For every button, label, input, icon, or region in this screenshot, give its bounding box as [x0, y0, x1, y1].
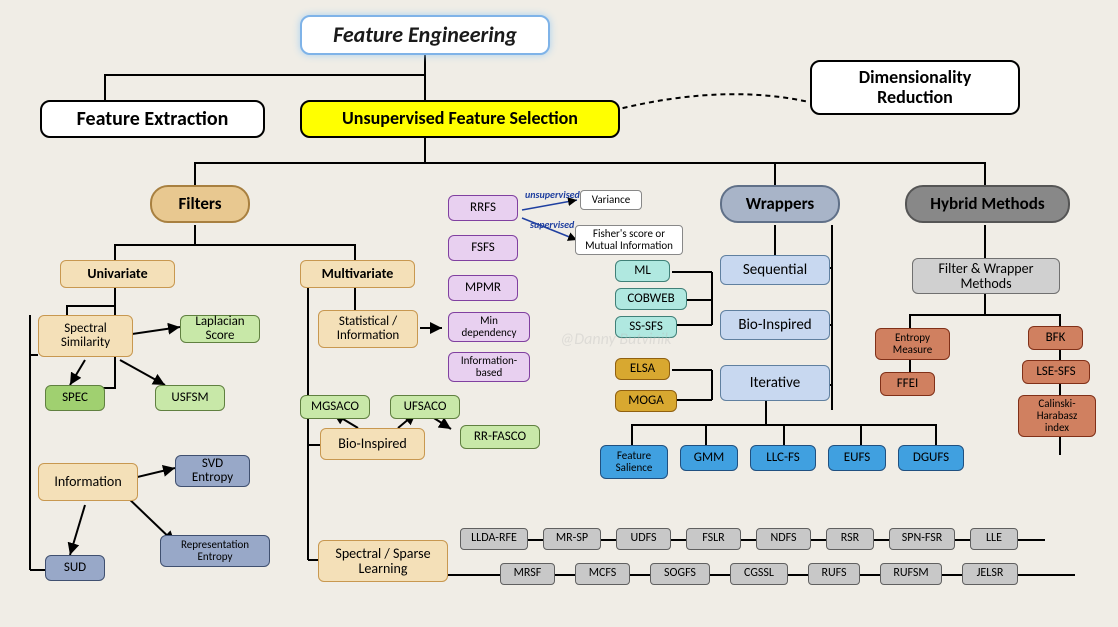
- node-ssl: Spectral / Sparse Learning: [318, 540, 448, 582]
- node-dim-reduction: Dimensionality Reduction: [810, 60, 1020, 115]
- node-sogfs: SOGFS: [650, 563, 710, 585]
- node-information: Information: [38, 463, 138, 501]
- node-fslr: FSLR: [686, 528, 741, 550]
- node-moga: MOGA: [615, 390, 677, 412]
- node-mrsp: MR-SP: [543, 528, 601, 550]
- label-supervised: supervised: [530, 218, 574, 231]
- node-udfs: UDFS: [616, 528, 671, 550]
- node-variance: Variance: [580, 190, 642, 210]
- node-elsa: ELSA: [615, 358, 670, 380]
- node-feature-extraction: Feature Extraction: [40, 100, 265, 138]
- node-fsfs: FSFS: [448, 235, 518, 261]
- node-entmeas: Entropy Measure: [875, 328, 950, 360]
- node-fsal: Feature Salience: [600, 445, 668, 479]
- node-cgssl: CGSSL: [730, 563, 788, 585]
- node-usfsm: USFSM: [155, 385, 225, 411]
- node-iterative: Iterative: [720, 365, 830, 401]
- node-eufs: EUFS: [828, 445, 886, 471]
- node-rufs: RUFS: [808, 563, 860, 585]
- node-fisher: Fisher's score or Mutual Information: [575, 225, 683, 255]
- node-bio-uni: Bio-Inspired: [320, 428, 425, 460]
- node-jelsr: JELSR: [962, 563, 1018, 585]
- watermark: @Danny Butvinik: [560, 330, 672, 349]
- node-gmm: GMM: [680, 445, 738, 471]
- node-mrsf: MRSF: [500, 563, 555, 585]
- node-cobweb: COBWEB: [615, 288, 687, 310]
- node-sud: SUD: [45, 555, 105, 581]
- node-sequential: Sequential: [720, 255, 830, 285]
- node-bfk: BFK: [1028, 326, 1083, 350]
- node-laplacian: Laplacian Score: [180, 315, 260, 343]
- node-ufs: Unsupervised Feature Selection: [300, 100, 620, 138]
- label-unsupervised: unsupervised: [525, 188, 580, 201]
- node-ffei: FFEI: [880, 372, 935, 396]
- group-wrappers: Wrappers: [720, 185, 840, 223]
- node-ml: ML: [615, 260, 670, 282]
- node-ndfs: NDFS: [756, 528, 811, 550]
- node-ufsaco: UFSACO: [390, 395, 460, 419]
- node-chindex: Calinski-Harabasz index: [1018, 395, 1096, 437]
- node-rrfasco: RR-FASCO: [460, 425, 540, 449]
- node-lle: LLE: [970, 528, 1018, 550]
- node-rufsm: RUFSM: [880, 563, 942, 585]
- node-llda: LLDA-RFE: [460, 528, 528, 550]
- node-repr-entropy: Representation Entropy: [160, 535, 270, 567]
- node-univariate: Univariate: [60, 260, 175, 288]
- node-rrfs: RRFS: [448, 195, 518, 221]
- node-spectral-sim: Spectral Similarity: [38, 315, 133, 357]
- node-fwm: Filter & Wrapper Methods: [912, 258, 1060, 294]
- node-lsesfs: LSE-SFS: [1022, 360, 1090, 384]
- node-infobased: Information-based: [448, 352, 530, 382]
- node-svd: SVD Entropy: [175, 455, 250, 487]
- node-bio-wrap: Bio-Inspired: [720, 310, 830, 340]
- node-multivariate: Multivariate: [300, 260, 415, 288]
- node-dgufs: DGUFS: [898, 445, 964, 471]
- group-hybrid: Hybrid Methods: [905, 185, 1070, 223]
- group-filters: Filters: [150, 185, 250, 223]
- node-rsr: RSR: [826, 528, 874, 550]
- node-llcfs: LLC-FS: [750, 445, 816, 471]
- root-feature-engineering: Feature Engineering: [300, 15, 550, 55]
- node-mindep: Min dependency: [448, 312, 530, 342]
- node-mgsaco: MGSACO: [300, 395, 370, 419]
- node-spnfsr: SPN-FSR: [889, 528, 955, 550]
- node-spec: SPEC: [45, 385, 105, 411]
- node-mpmr: MPMR: [448, 275, 518, 301]
- node-stat-info: Statistical / Information: [318, 310, 418, 348]
- node-mcfs: MCFS: [575, 563, 630, 585]
